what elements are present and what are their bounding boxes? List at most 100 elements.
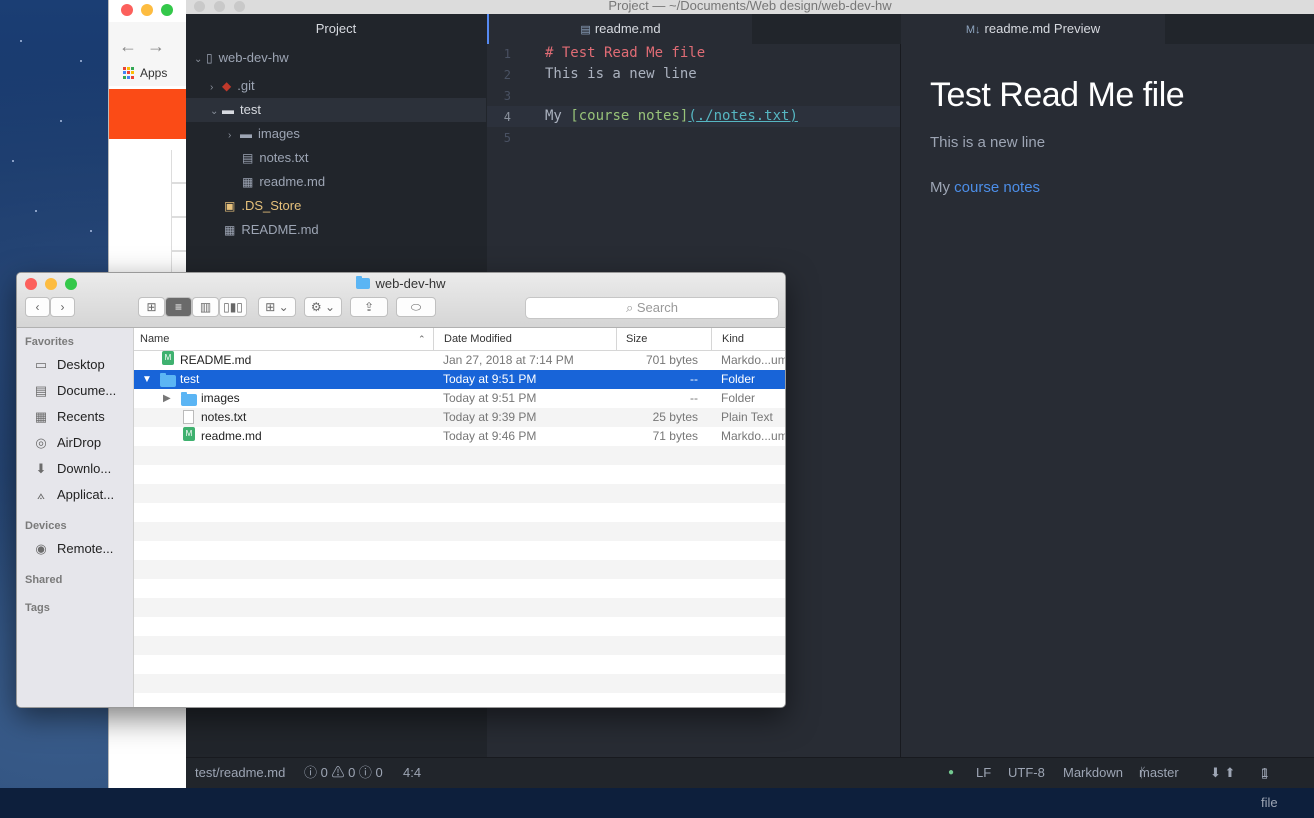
sidebar-item-remote-disc[interactable]: ◉ Remote... — [33, 541, 113, 557]
tab-readme[interactable]: ▤ readme.md — [487, 14, 752, 44]
apps-label: Apps — [140, 66, 168, 80]
status-branch-label: master — [1139, 765, 1179, 780]
sidebar-item-recents[interactable]: ▦ Recents — [33, 409, 105, 425]
minimize-button[interactable] — [214, 1, 225, 12]
repo-icon: ▯ — [206, 51, 213, 65]
status-bar: test/readme.md ⓘ 0 ⚠ 0 ⓘ 0 4:4 ● LF UTF-… — [186, 757, 1314, 810]
share-icon: ⇪ — [363, 300, 375, 314]
table-row[interactable]: M README.md Jan 27, 2018 at 7:14 PM 701 … — [134, 351, 785, 370]
sidebar-item-applications[interactable]: ⟑ Applicat... — [33, 487, 114, 503]
column-size[interactable]: Size — [626, 328, 647, 350]
list-icon: ≡ — [174, 300, 182, 314]
search-icon: ⌕ — [625, 300, 637, 315]
sidebar-item-label: Recents — [57, 409, 105, 424]
download-icon: ⬇ — [35, 461, 47, 476]
search-field[interactable]: ⌕ Search — [525, 297, 779, 319]
tree-item-git[interactable]: › ◆ .git — [186, 74, 486, 98]
sidebar-item-airdrop[interactable]: ◎ AirDrop — [33, 435, 101, 451]
table-row[interactable]: ▶ images Today at 9:51 PM -- Folder — [134, 389, 785, 408]
sidebar-item-documents[interactable]: ▤ Docume... — [33, 383, 116, 399]
file-size: -- — [690, 391, 698, 405]
status-encoding[interactable]: UTF-8 — [1008, 758, 1045, 788]
column-divider[interactable] — [433, 328, 434, 350]
tree-item-ds-store[interactable]: ▣ .DS_Store — [186, 194, 486, 218]
preview-paragraph: My course notes — [930, 179, 1040, 196]
sidebar-section-favorites: Favorites — [25, 336, 74, 348]
line-number: 2 — [503, 68, 511, 82]
status-file-path[interactable]: test/readme.md — [195, 758, 285, 788]
window-titlebar: Project — ~/Documents/Web design/web-dev… — [186, 0, 1314, 14]
window-title: Project — ~/Documents/Web design/web-dev… — [608, 0, 892, 13]
bookmark-apps[interactable]: Apps — [123, 66, 167, 80]
sidebar-section-shared[interactable]: Shared — [25, 574, 62, 586]
group-button[interactable]: ⊞ ⌄ — [258, 297, 296, 317]
share-button[interactable]: ⇪ — [350, 297, 388, 317]
table-row[interactable]: ▼ test Today at 9:51 PM -- Folder — [134, 370, 785, 389]
binary-file-icon: ▣ — [224, 199, 236, 213]
table-row[interactable]: M readme.md Today at 9:46 PM 71 bytes Ma… — [134, 427, 785, 446]
sidebar-item-label: Docume... — [57, 383, 117, 398]
column-divider[interactable] — [711, 328, 712, 350]
finder-toolbar: web-dev-hw ‹ › ⊞ ≡ ▥ ▯▮▯ ⊞ ⌄ ⚙ ⌄ ⇪ ⬭ ⌕ S… — [17, 273, 785, 328]
tab-project[interactable]: Project — [186, 14, 486, 44]
tab-preview[interactable]: M↓ readme.md Preview — [901, 14, 1165, 44]
tree-item-notes[interactable]: ▤ notes.txt — [186, 146, 486, 170]
column-kind[interactable]: Kind — [722, 328, 744, 350]
code-link-text: [course notes] — [570, 108, 689, 124]
status-diagnostics[interactable]: ⓘ 0 ⚠ 0 ⓘ 0 — [304, 758, 383, 788]
code-line-4: My [course notes](./notes.txt) — [545, 108, 798, 124]
close-button[interactable] — [194, 1, 205, 12]
view-list-button[interactable]: ≡ — [165, 297, 192, 317]
zoom-button[interactable] — [161, 4, 173, 16]
preview-link[interactable]: course notes — [954, 179, 1040, 196]
action-button[interactable]: ⚙ ⌄ — [304, 297, 342, 317]
sidebar-item-desktop[interactable]: ▭ Desktop — [33, 357, 105, 373]
sidebar-item-downloads[interactable]: ⬇ Downlo... — [33, 461, 112, 477]
preview-paragraph: This is a new line — [930, 134, 1046, 151]
tree-item-images[interactable]: › ▬ images — [186, 122, 486, 146]
git-icon: ◆ — [222, 79, 232, 93]
sidebar-section-devices: Devices — [25, 520, 67, 532]
back-button[interactable]: ‹ — [25, 297, 50, 317]
disclosure-right-icon[interactable]: ▶ — [163, 389, 171, 408]
sidebar-section-tags[interactable]: Tags — [25, 602, 50, 614]
close-button[interactable] — [121, 4, 133, 16]
group-icon: ⊞ ⌄ — [265, 300, 289, 314]
tab-readme-label: readme.md — [594, 21, 661, 36]
tree-item-root[interactable]: ⌄ ▯ web-dev-hw — [186, 46, 486, 70]
file-name: readme.md — [201, 429, 262, 443]
column-date-modified[interactable]: Date Modified — [444, 328, 512, 350]
column-name[interactable]: Name — [140, 328, 169, 350]
chevron-right-icon: › — [228, 130, 232, 141]
status-cursor-position[interactable]: 4:4 — [403, 758, 421, 788]
zoom-button[interactable] — [234, 1, 245, 12]
disclosure-down-icon[interactable]: ▼ — [142, 370, 152, 389]
folder-icon: ▬ — [240, 127, 252, 141]
file-kind: Plain Text — [721, 410, 773, 424]
coverflow-icon: ▯▮▯ — [223, 300, 243, 314]
code-paren: ) — [789, 108, 798, 124]
back-arrow-icon[interactable]: ← — [119, 36, 137, 57]
chevron-right-icon: › — [210, 82, 214, 93]
minimize-button[interactable] — [141, 4, 153, 16]
status-dot-icon: ● — [948, 767, 955, 778]
tree-item-readme[interactable]: ▦ readme.md — [186, 170, 486, 194]
forward-arrow-icon[interactable]: → — [147, 36, 165, 57]
preview-heading: Test Read Me file — [930, 76, 1185, 114]
fetch-arrows-icon[interactable]: ⬇ ⬆ — [1210, 758, 1235, 788]
tree-item-test[interactable]: ⌄ ▬ test — [186, 98, 486, 122]
table-row[interactable]: notes.txt Today at 9:39 PM 25 bytes Plai… — [134, 408, 785, 427]
column-divider[interactable] — [616, 328, 617, 350]
code-text: My — [545, 108, 571, 124]
columns-icon: ▥ — [199, 300, 212, 314]
tree-item-label: .git — [237, 78, 255, 93]
status-grammar[interactable]: Markdown — [1063, 758, 1123, 788]
tree-item-readme-root[interactable]: ▦ README.md — [186, 218, 486, 242]
view-columns-button[interactable]: ▥ — [192, 297, 219, 317]
forward-button[interactable]: › — [50, 297, 75, 317]
view-icons-button[interactable]: ⊞ — [138, 297, 165, 317]
status-line-ending[interactable]: LF — [976, 758, 991, 788]
view-coverflow-button[interactable]: ▯▮▯ — [219, 297, 247, 317]
file-size: 701 bytes — [645, 353, 698, 367]
tags-button[interactable]: ⬭ — [396, 297, 436, 317]
